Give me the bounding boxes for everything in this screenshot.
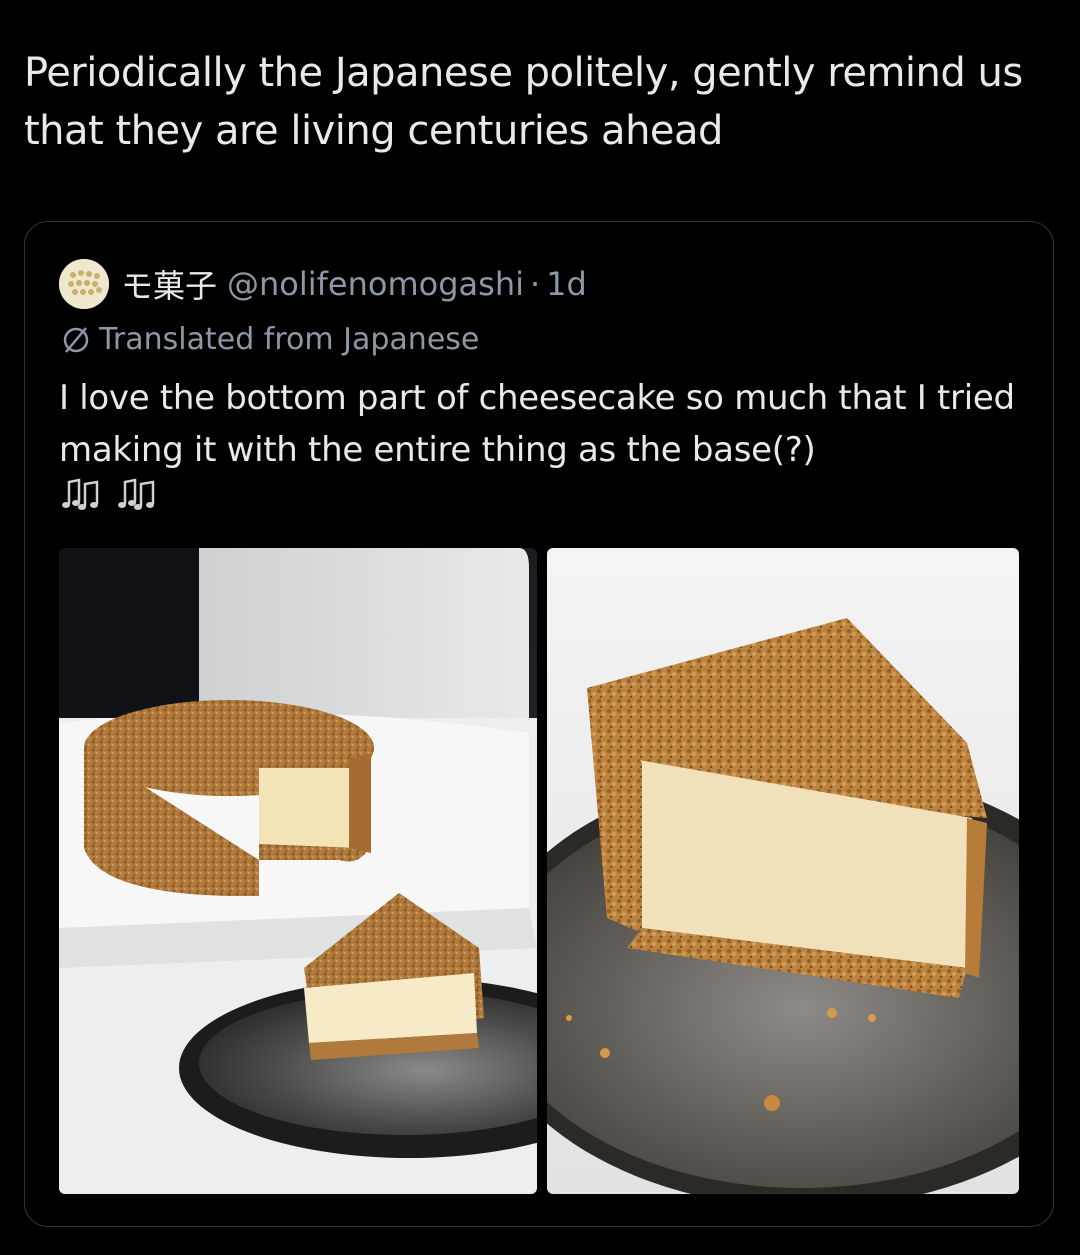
translated-label: Translated from Japanese (99, 322, 480, 357)
meta-separator: · (529, 265, 541, 303)
whole-cheesecake-photo[interactable] (59, 548, 537, 1194)
music-notes-icon (118, 478, 155, 510)
translate-icon (63, 326, 89, 353)
music-notes-icon (62, 478, 99, 510)
quoted-tweet-card[interactable]: モ菓子 @nolifenomogashi · 1d Translated fro… (24, 221, 1054, 1227)
avatar[interactable] (59, 259, 109, 309)
emoji-row (59, 474, 165, 514)
translated-notice: Translated from Japanese (59, 322, 479, 357)
cheesecake-slice-photo[interactable] (547, 548, 1019, 1194)
post-text: Periodically the Japanese politely, gent… (24, 50, 1023, 154)
user-handle[interactable]: @nolifenomogashi (227, 265, 524, 303)
avatar-image (59, 259, 109, 309)
quoted-tweet-text: I love the bottom part of cheesecake so … (59, 378, 1015, 470)
post-age[interactable]: 1d (546, 265, 587, 303)
quoted-tweet-header: モ菓子 @nolifenomogashi · 1d (59, 256, 587, 312)
display-name[interactable]: モ菓子 (121, 261, 217, 307)
